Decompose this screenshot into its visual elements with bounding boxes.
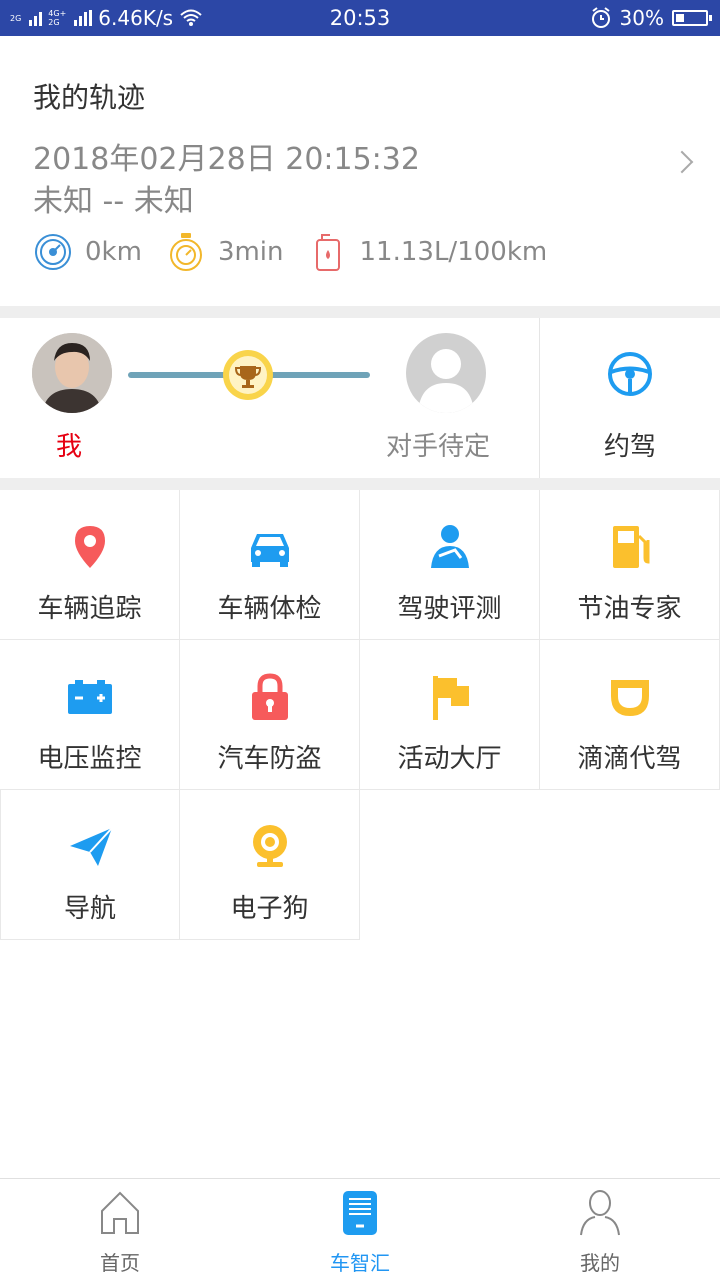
battery-icon xyxy=(68,680,112,714)
me-label: 我 xyxy=(56,432,83,462)
section-separator-2 xyxy=(0,478,720,490)
track-title: 我的轨迹 xyxy=(33,81,146,114)
driver-icon xyxy=(431,525,469,568)
my-avatar[interactable] xyxy=(32,333,112,413)
feature-label: 车辆追踪 xyxy=(37,594,142,624)
feature-voltage-monitor[interactable]: 电压监控 xyxy=(0,640,180,790)
tab-home[interactable]: 首页 xyxy=(0,1179,240,1281)
fuel-pump-icon xyxy=(613,526,650,568)
stopwatch-icon xyxy=(169,233,202,271)
my-track-card[interactable]: 我的轨迹 2018年02月28日 20:15:32 未知 -- 未知 0km 3… xyxy=(0,36,720,306)
feature-label: 车辆体检 xyxy=(217,594,322,624)
alarm-icon xyxy=(591,7,610,28)
location-pin-icon xyxy=(75,526,105,568)
track-route: 未知 -- 未知 xyxy=(33,184,194,219)
track-datetime: 2018年02月28日 20:15:32 xyxy=(33,142,420,177)
opponent-avatar[interactable] xyxy=(406,333,486,413)
feature-label: 活动大厅 xyxy=(397,744,502,774)
feature-label: 节油专家 xyxy=(577,594,682,624)
flag-icon xyxy=(433,676,469,720)
didi-icon xyxy=(611,680,649,716)
default-user-icon xyxy=(418,349,474,413)
yuejia-label: 约驾 xyxy=(603,432,656,462)
feature-activity-hall[interactable]: 活动大厅 xyxy=(360,640,540,790)
competition-section: 我 对手待定 约驾 xyxy=(0,318,720,478)
hub-icon xyxy=(343,1191,377,1235)
tab-home-label: 首页 xyxy=(100,1251,140,1275)
fuel-stat: 11.13L/100km xyxy=(308,232,548,272)
feature-fuel-saving[interactable]: 节油专家 xyxy=(540,490,720,640)
track-stats: 0km 3min 11.13L/100km xyxy=(33,232,571,272)
distance-stat: 0km xyxy=(33,232,142,272)
feature-driving-evaluation[interactable]: 驾驶评测 xyxy=(360,490,540,640)
user-icon xyxy=(580,1190,620,1236)
feature-label: 电子狗 xyxy=(230,894,309,924)
feature-vehicle-check[interactable]: 车辆体检 xyxy=(180,490,360,640)
feature-label: 导航 xyxy=(63,894,116,924)
home-icon xyxy=(101,1191,139,1234)
camera-icon xyxy=(253,825,287,867)
distance-value: 0km xyxy=(85,237,142,267)
chevron-right-icon[interactable] xyxy=(670,150,694,174)
feature-label: 电压监控 xyxy=(37,744,142,774)
duration-stat: 3min xyxy=(166,232,284,272)
feature-label: 滴滴代驾 xyxy=(577,744,682,774)
battery-percent: 30% xyxy=(619,6,664,30)
tab-mine-label: 我的 xyxy=(580,1251,620,1275)
feature-label: 汽车防盗 xyxy=(217,744,322,774)
opponent-label: 对手待定 xyxy=(386,432,491,462)
feature-label: 驾驶评测 xyxy=(397,594,502,624)
steering-wheel-icon xyxy=(608,352,652,396)
battery-fill xyxy=(676,14,685,22)
feature-speed-camera[interactable]: 电子狗 xyxy=(180,790,360,940)
avatar-photo-icon xyxy=(32,333,112,413)
tab-hub[interactable]: 车智汇 xyxy=(240,1179,480,1281)
status-right: 30% xyxy=(590,6,712,30)
feature-anti-theft[interactable]: 汽车防盗 xyxy=(180,640,360,790)
paper-plane-icon xyxy=(70,827,113,866)
feature-didi-driver[interactable]: 滴滴代驾 xyxy=(540,640,720,790)
bottom-tab-bar: 首页 车智汇 我的 xyxy=(0,1178,720,1281)
feature-navigation[interactable]: 导航 xyxy=(0,790,180,940)
odometer-icon xyxy=(35,234,71,270)
tab-hub-label: 车智汇 xyxy=(330,1251,390,1275)
section-separator xyxy=(0,306,720,318)
lock-icon xyxy=(252,673,288,720)
status-bar: 2G 4G+ 2G 6.46K/s 20:53 30% xyxy=(0,0,720,36)
fuel-value: 11.13L/100km xyxy=(359,237,548,267)
trophy-icon xyxy=(223,350,273,400)
car-icon xyxy=(251,534,289,567)
fuel-can-icon xyxy=(315,234,340,271)
battery-icon xyxy=(672,10,712,26)
yuejia-button[interactable]: 约驾 xyxy=(540,318,720,478)
duration-value: 3min xyxy=(217,237,284,267)
feature-vehicle-tracking[interactable]: 车辆追踪 xyxy=(0,490,180,640)
tab-mine[interactable]: 我的 xyxy=(480,1179,720,1281)
